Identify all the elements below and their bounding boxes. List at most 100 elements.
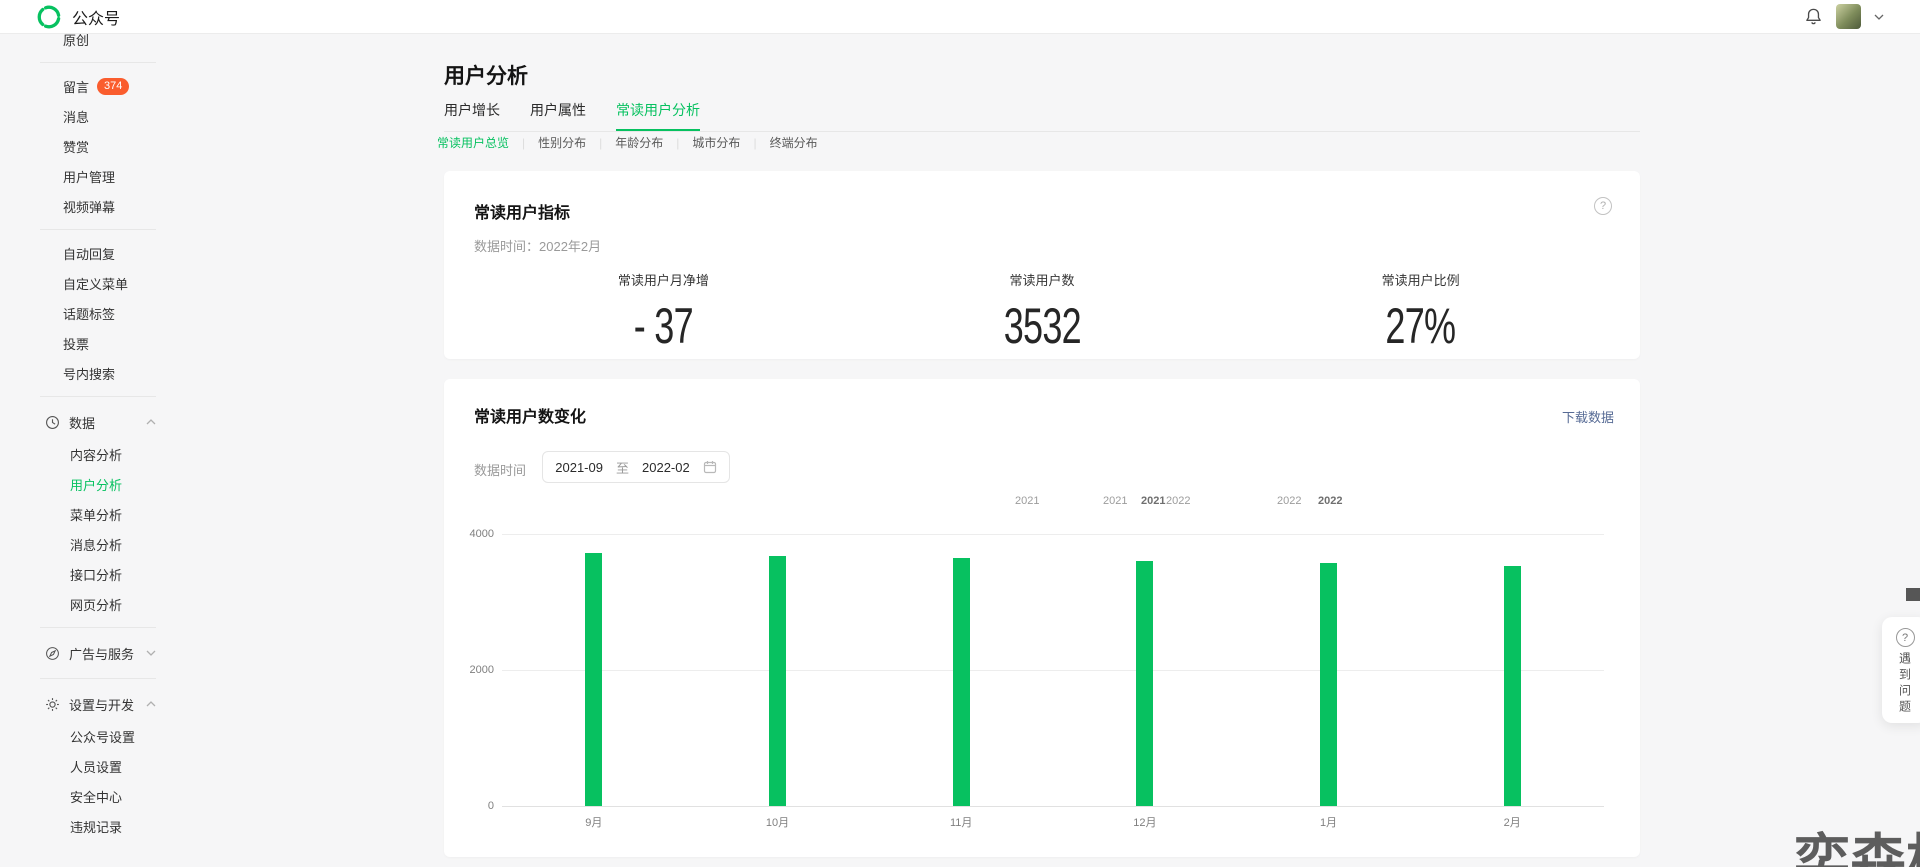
sidebar-item-video-danmu[interactable]: 视频弹幕 xyxy=(0,191,172,221)
sidebar-item-label: 视频弹幕 xyxy=(63,197,115,216)
x-axis-tick: 9月 xyxy=(574,814,614,830)
sidebar-item-custom-menu[interactable]: 自定义菜单 xyxy=(0,268,172,298)
bar-2月[interactable] xyxy=(1504,566,1521,806)
tab-user-growth[interactable]: 用户增长 xyxy=(444,100,500,120)
sidebar-item-voting[interactable]: 投票 xyxy=(0,328,172,358)
sidebar-item-messages[interactable]: 消息 xyxy=(0,101,172,131)
metric-label: 常读用户数 xyxy=(853,270,1232,289)
gridline xyxy=(502,534,1604,535)
helper-widget[interactable]: ? 遇到问题 xyxy=(1882,617,1920,723)
year-label: 2022 xyxy=(1166,495,1190,507)
y-axis-tick: 0 xyxy=(452,800,494,812)
sidebar-item-label: 数据 xyxy=(69,413,95,432)
sidebar-item-api-analysis[interactable]: 接口分析 xyxy=(0,559,172,589)
metrics-card-title: 常读用户指标 xyxy=(474,199,1610,223)
sidebar-divider xyxy=(40,229,156,230)
page-title: 用户分析 xyxy=(444,60,528,90)
account-chevron-down-icon[interactable] xyxy=(1874,14,1884,20)
sidebar-item-user-management[interactable]: 用户管理 xyxy=(0,161,172,191)
compass-icon xyxy=(45,646,60,661)
tab-user-attributes[interactable]: 用户属性 xyxy=(530,100,586,120)
y-axis-tick: 2000 xyxy=(452,664,494,676)
year-label: 2022 xyxy=(1277,495,1301,507)
chevron-up-icon[interactable] xyxy=(146,419,156,425)
metric-value: 3532 xyxy=(906,301,1179,351)
subtab-gender[interactable]: 性别分布 xyxy=(538,134,586,151)
sidebar-item-original[interactable]: 原创 xyxy=(0,34,172,54)
subtab-age[interactable]: 年龄分布 xyxy=(615,134,663,151)
sidebar-item-topic-tags[interactable]: 话题标签 xyxy=(0,298,172,328)
sidebar-item-content-analysis[interactable]: 内容分析 xyxy=(0,439,172,469)
gridline xyxy=(502,670,1604,671)
sidebar-item-label: 违规记录 xyxy=(70,817,122,836)
sidebar-item-label: 消息 xyxy=(63,107,89,126)
topbar: 公众号 xyxy=(0,0,1920,34)
metric: 常读用户数 3532 xyxy=(853,270,1232,351)
subtab-city[interactable]: 城市分布 xyxy=(692,134,740,151)
sidebar-item-ads-services[interactable]: 广告与服务 xyxy=(0,636,172,670)
avatar[interactable] xyxy=(1836,4,1861,29)
notification-bell-icon[interactable] xyxy=(1804,7,1823,26)
sidebar-item-data[interactable]: 数据 xyxy=(0,405,172,439)
chevron-down-icon[interactable] xyxy=(146,650,156,656)
chevron-up-icon[interactable] xyxy=(146,701,156,707)
sidebar-item-label: 留言 xyxy=(63,77,89,96)
sidebar-item-label: 自定义菜单 xyxy=(63,274,128,293)
sidebar-item-security-center[interactable]: 安全中心 xyxy=(0,781,172,811)
sidebar-item-label: 接口分析 xyxy=(70,565,122,584)
sidebar-item-label: 投票 xyxy=(63,334,89,353)
metric: 常读用户月净增- 37 xyxy=(474,270,853,351)
app: 公众号 原创留言374 消息赞赏用户管理视频弹幕自动回复自定义菜单话题标签投票号内… xyxy=(0,0,1920,867)
sidebar-divider xyxy=(40,396,156,397)
x-axis-tick: 11月 xyxy=(941,814,981,830)
data-time-text: 数据时间：2022年2月 xyxy=(474,236,1610,255)
year-label: 2022 xyxy=(1318,495,1342,507)
bar-12月[interactable] xyxy=(1136,561,1153,806)
sidebar-item-message-analysis[interactable]: 消息分析 xyxy=(0,529,172,559)
subtab-divider: | xyxy=(753,136,756,150)
subtab-terminal[interactable]: 终端分布 xyxy=(770,134,818,151)
x-axis-tick: 1月 xyxy=(1309,814,1349,830)
sidebar-item-label: 设置与开发 xyxy=(69,695,134,714)
sidebar-item-label: 公众号设置 xyxy=(70,727,135,746)
sidebar-item-comments[interactable]: 留言374 xyxy=(0,71,172,101)
sidebar-item-settings-dev[interactable]: 设置与开发 xyxy=(0,687,172,721)
sidebar-item-menu-analysis[interactable]: 菜单分析 xyxy=(0,499,172,529)
sidebar-item-label: 自动回复 xyxy=(63,244,115,263)
sidebar-item-violation-records[interactable]: 违规记录 xyxy=(0,811,172,841)
sidebar-item-label: 网页分析 xyxy=(70,595,122,614)
regular-readers-bar-chart: 0200040009月10月11月12月1月2月2021202120212022… xyxy=(444,379,1640,857)
x-axis-tick: 10月 xyxy=(758,814,798,830)
sidebar-item-in-account-search[interactable]: 号内搜索 xyxy=(0,358,172,388)
sidebar-item-label: 赞赏 xyxy=(63,137,89,156)
year-label: 2021 xyxy=(1141,495,1165,507)
sidebar-item-staff-settings[interactable]: 人员设置 xyxy=(0,751,172,781)
sidebar-divider xyxy=(40,678,156,679)
brand-title: 公众号 xyxy=(72,5,120,29)
sidebar-item-rewards[interactable]: 赞赏 xyxy=(0,131,172,161)
sidebar-item-label: 用户管理 xyxy=(63,167,115,186)
x-axis-tick: 12月 xyxy=(1125,814,1165,830)
subtab-overview[interactable]: 常读用户总览 xyxy=(437,134,509,151)
x-axis-tick: 2月 xyxy=(1492,814,1532,830)
sidebar-item-webpage-analysis[interactable]: 网页分析 xyxy=(0,589,172,619)
bar-1月[interactable] xyxy=(1320,563,1337,806)
bar-10月[interactable] xyxy=(769,556,786,806)
sidebar-item-label: 菜单分析 xyxy=(70,505,122,524)
sidebar-item-account-settings[interactable]: 公众号设置 xyxy=(0,721,172,751)
metric-value: - 37 xyxy=(527,301,800,351)
sidebar-item-label: 消息分析 xyxy=(70,535,122,554)
tabs: 用户增长 用户属性 常读用户分析 xyxy=(444,100,1640,132)
sidebar-divider xyxy=(40,62,156,63)
bar-11月[interactable] xyxy=(953,558,970,806)
sidebar-item-label: 原创 xyxy=(63,34,89,49)
help-icon: ? xyxy=(1896,628,1915,647)
bar-9月[interactable] xyxy=(585,553,602,806)
year-label: 2021 xyxy=(1103,495,1127,507)
help-icon[interactable]: ? xyxy=(1594,197,1612,215)
sidebar-item-label: 安全中心 xyxy=(70,787,122,806)
sidebar-item-user-analysis[interactable]: 用户分析 xyxy=(0,469,172,499)
tab-regular-reader-analysis[interactable]: 常读用户分析 xyxy=(616,100,700,120)
topbar-left: 公众号 xyxy=(36,4,120,30)
sidebar-item-auto-reply[interactable]: 自动回复 xyxy=(0,238,172,268)
